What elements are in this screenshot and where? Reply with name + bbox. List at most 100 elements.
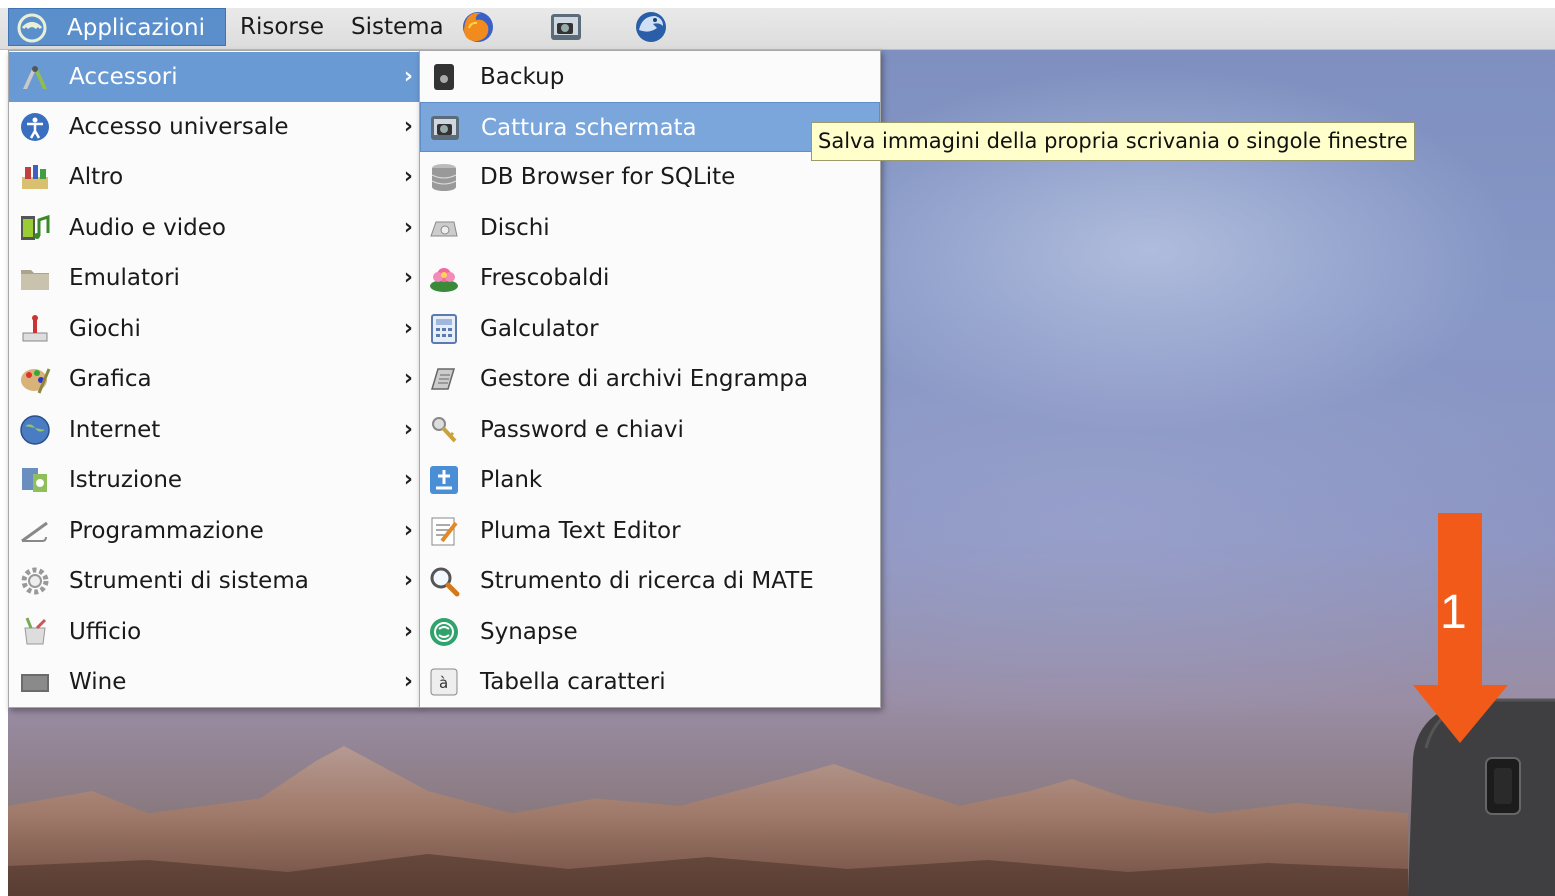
menu-item-label: Password e chiavi	[480, 417, 684, 443]
submenu-arrow-icon: ›	[403, 215, 413, 240]
menu-item-password-e-chiavi[interactable]: Password e chiavi	[420, 405, 880, 455]
accessories-icon	[23, 66, 47, 89]
menu-item-label: Istruzione	[69, 467, 183, 493]
screen-edge	[0, 0, 8, 896]
places-menu-button[interactable]: Risorse	[240, 8, 324, 46]
submenu-arrow-icon: ›	[403, 669, 413, 694]
tooltip: Salva immagini della propria scrivania o…	[811, 122, 1415, 161]
system-menu-button[interactable]: Sistema	[351, 8, 444, 46]
menu-item-internet[interactable]: Internet ›	[9, 405, 419, 455]
menu-item-label: Accessori	[69, 64, 178, 90]
menu-item-label: Internet	[69, 417, 161, 443]
accessibility-icon	[21, 113, 49, 141]
menu-item-label: Giochi	[69, 316, 141, 342]
svg-text:à: à	[439, 674, 448, 692]
menu-item-accessori[interactable]: Accessori ›	[9, 52, 419, 102]
menu-item-label: Backup	[480, 64, 565, 90]
menu-item-accesso-universale[interactable]: Accesso universale ›	[9, 102, 419, 152]
menu-item-grafica[interactable]: Grafica ›	[9, 354, 419, 404]
submenu-arrow-icon: ›	[403, 316, 413, 341]
menu-item-pluma[interactable]: Pluma Text Editor	[420, 506, 880, 556]
submenu-arrow-icon: ›	[403, 366, 413, 391]
menu-item-wine[interactable]: Wine ›	[9, 657, 419, 707]
menu-item-label: Galculator	[480, 316, 599, 342]
frescobaldi-icon	[430, 268, 458, 292]
menu-item-label: Strumento di ricerca di MATE	[480, 568, 814, 594]
menu-item-label: Audio e video	[69, 215, 226, 241]
submenu-arrow-icon: ›	[403, 265, 413, 290]
disks-icon	[430, 221, 458, 237]
menu-item-dischi[interactable]: Dischi	[420, 203, 880, 253]
programming-icon	[21, 521, 48, 543]
calculator-icon	[431, 314, 457, 344]
database-icon	[431, 164, 457, 191]
top-panel: Applicazioni Risorse Sistema	[0, 0, 1555, 50]
menu-item-engrampa[interactable]: Gestore di archivi Engrampa	[420, 354, 880, 404]
menu-item-programmazione[interactable]: Programmazione ›	[9, 506, 419, 556]
education-icon	[22, 468, 47, 492]
menu-item-label: Frescobaldi	[480, 265, 610, 291]
menu-item-label: Accesso universale	[69, 114, 289, 140]
submenu-arrow-icon: ›	[403, 64, 413, 89]
menu-item-label: Gestore di archivi Engrampa	[480, 366, 809, 392]
menu-item-giochi[interactable]: Giochi ›	[9, 304, 419, 354]
other-icon	[22, 165, 48, 189]
menu-item-galculator[interactable]: Galculator	[420, 304, 880, 354]
menu-item-altro[interactable]: Altro ›	[9, 152, 419, 202]
menu-item-ricerca-mate[interactable]: Strumento di ricerca di MATE	[420, 556, 880, 606]
office-icon	[24, 617, 47, 645]
menu-item-label: Tabella caratteri	[480, 669, 666, 695]
menu-item-tabella-caratteri[interactable]: à Tabella caratteri	[420, 657, 880, 707]
system-tools-icon	[21, 567, 49, 595]
plank-icon	[430, 466, 458, 494]
menu-item-strumenti-di-sistema[interactable]: Strumenti di sistema ›	[9, 556, 419, 606]
text-editor-icon	[431, 517, 458, 546]
multimedia-icon	[21, 214, 50, 240]
menu-item-label: Strumenti di sistema	[69, 568, 309, 594]
menu-item-audio-e-video[interactable]: Audio e video ›	[9, 203, 419, 253]
menu-item-label: Plank	[480, 467, 543, 493]
annotation-number: 1	[1440, 586, 1467, 639]
screenshot-launcher-icon[interactable]	[548, 10, 584, 44]
archive-icon	[430, 368, 456, 390]
menu-item-label: Altro	[69, 164, 124, 190]
applications-menu: Accessori › Accesso universale › Altro ›…	[8, 50, 420, 708]
submenu-arrow-icon: ›	[403, 568, 413, 593]
menu-item-label: Synapse	[480, 619, 578, 645]
menu-item-label: Programmazione	[69, 518, 264, 544]
menu-item-ufficio[interactable]: Ufficio ›	[9, 607, 419, 657]
menu-item-label: DB Browser for SQLite	[480, 164, 736, 190]
mate-logo-icon	[17, 13, 47, 43]
submenu-arrow-icon: ›	[403, 164, 413, 189]
menu-item-frescobaldi[interactable]: Frescobaldi	[420, 253, 880, 303]
wine-icon	[21, 674, 49, 692]
menu-item-label: Ufficio	[69, 619, 142, 645]
folder-icon	[21, 270, 49, 290]
menu-item-label: Wine	[69, 669, 127, 695]
menu-item-plank[interactable]: Plank	[420, 455, 880, 505]
charmap-icon: à	[430, 668, 458, 696]
submenu-arrow-icon: ›	[403, 114, 413, 139]
menu-item-label: Dischi	[480, 215, 550, 241]
menu-item-label: Emulatori	[69, 265, 180, 291]
firefox-icon[interactable]	[460, 10, 496, 44]
applications-menu-button[interactable]: Applicazioni	[8, 8, 226, 46]
menu-item-label: Pluma Text Editor	[480, 518, 681, 544]
menu-item-backup[interactable]: Backup	[420, 52, 880, 102]
menu-item-label: Grafica	[69, 366, 152, 392]
submenu-arrow-icon: ›	[403, 417, 413, 442]
applications-menu-label: Applicazioni	[67, 15, 205, 41]
screenshot-icon	[431, 116, 459, 140]
menu-item-synapse[interactable]: Synapse	[420, 607, 880, 657]
graphics-icon	[21, 368, 51, 394]
thunderbird-icon[interactable]	[633, 10, 669, 44]
submenu-arrow-icon: ›	[403, 467, 413, 492]
submenu-arrow-icon: ›	[403, 518, 413, 543]
search-icon	[430, 567, 460, 597]
synapse-icon	[430, 618, 458, 646]
keys-icon	[432, 417, 457, 443]
menu-item-istruzione[interactable]: Istruzione ›	[9, 455, 419, 505]
menu-item-emulatori[interactable]: Emulatori ›	[9, 253, 419, 303]
backup-icon	[434, 64, 454, 90]
games-icon	[22, 315, 48, 342]
